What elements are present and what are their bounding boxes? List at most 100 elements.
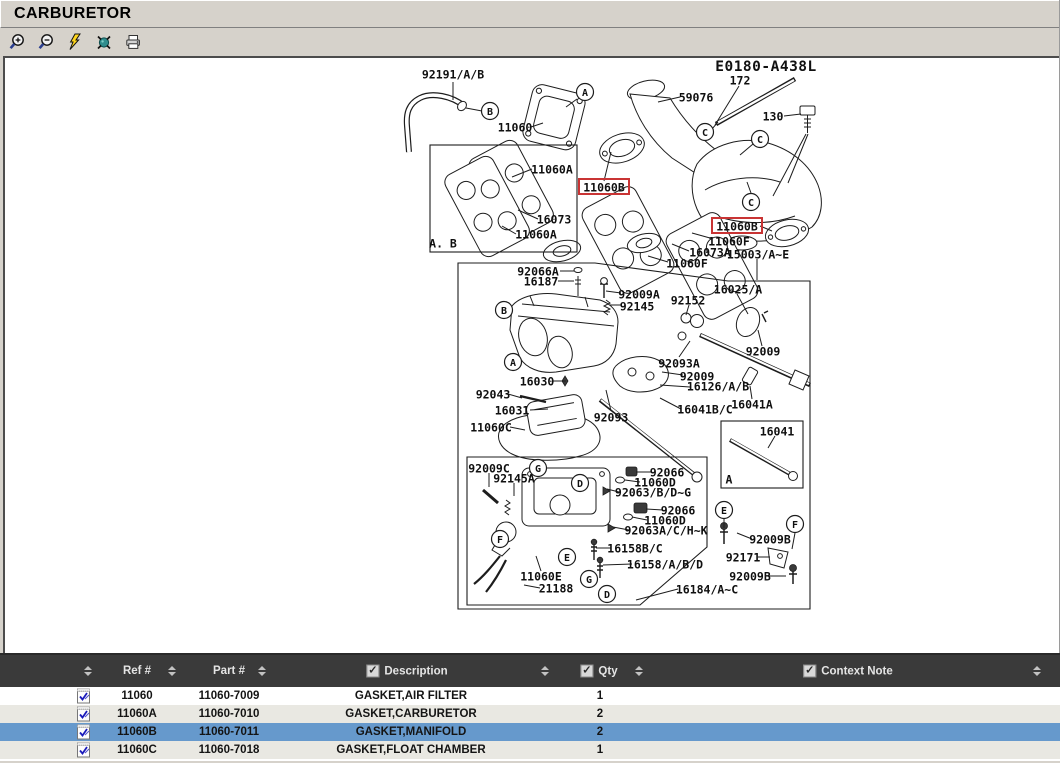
part-label[interactable]: 11060F [666, 257, 708, 271]
flash-hotspots-button[interactable] [65, 32, 85, 52]
row-select-button[interactable] [76, 724, 92, 740]
cell-qty: 2 [597, 708, 603, 720]
callout-marker: B [482, 103, 499, 120]
row-select-icon [76, 724, 91, 740]
part-label[interactable]: 16041 [760, 425, 795, 439]
zoom-out-icon [37, 33, 55, 51]
column-header-ref: Ref # [123, 665, 151, 677]
diagram-canvas: 92191/A/BE0180-A438L17259076110601301106… [3, 56, 1059, 653]
part-label[interactable]: 16030 [520, 375, 555, 389]
cell-description: GASKET,AIR FILTER [355, 690, 467, 702]
part-label[interactable]: 21188 [539, 582, 574, 596]
callout-marker: G [530, 460, 547, 477]
part-label[interactable]: 11060 [498, 121, 533, 135]
table-body: 11060 11060-7009 GASKET,AIR FILTER 1 11060A1… [0, 687, 1060, 761]
part-label[interactable]: 16025/A [714, 283, 763, 297]
cell-part: 11060-7009 [199, 690, 260, 702]
part-label[interactable]: A. B [429, 237, 457, 251]
table-row[interactable]: 11060 11060-7009 GASKET,AIR FILTER 1 [0, 687, 1060, 705]
callout-marker: F [492, 531, 509, 548]
cell-qty: 2 [597, 726, 603, 738]
cell-ref: 11060 [121, 690, 152, 702]
column-header-description: ✓ Description [366, 665, 447, 678]
part-label[interactable]: 16126/A/B [687, 380, 749, 394]
row-select-button[interactable] [76, 688, 92, 704]
part-label[interactable]: 92009 [746, 345, 781, 359]
cell-qty: 1 [597, 690, 603, 702]
svg-text:D: D [604, 590, 610, 601]
description-column-checkbox[interactable]: ✓ [366, 665, 379, 678]
row-select-button[interactable] [76, 706, 92, 722]
fit-view-icon [95, 33, 113, 51]
table-row[interactable]: 11060A11060-7010GASKET,CARBURETOR2 [0, 705, 1060, 723]
cell-qty: 1 [597, 744, 603, 756]
cell-part: 11060-7011 [199, 726, 259, 738]
svg-text:C: C [757, 135, 763, 146]
part-label[interactable]: 11060B [716, 220, 758, 234]
sort-toggle-icon[interactable] [1033, 666, 1041, 676]
part-label[interactable]: 92063A/C/H~K [624, 524, 707, 538]
column-header-context-note: ✓ Context Note [803, 665, 893, 678]
context-note-column-checkbox[interactable]: ✓ [803, 665, 816, 678]
part-label[interactable]: A [726, 473, 733, 487]
svg-text:B: B [501, 306, 507, 317]
part-label[interactable]: 11060C [470, 421, 512, 435]
part-label[interactable]: 92171 [726, 551, 761, 565]
part-label[interactable]: 92191/A/B [422, 68, 484, 82]
sort-toggle-icon[interactable] [258, 666, 266, 676]
part-label[interactable]: 172 [730, 74, 751, 88]
part-label[interactable]: 92063/B/D~G [615, 486, 691, 500]
part-label[interactable]: 15003/A~E [727, 248, 789, 262]
table-row[interactable]: 11060C11060-7018GASKET,FLOAT CHAMBER1 [0, 741, 1060, 759]
zoom-in-button[interactable] [7, 32, 27, 52]
part-label[interactable]: 16031 [495, 404, 530, 418]
part-label[interactable]: 130 [763, 110, 784, 124]
part-label[interactable]: 16073 [537, 213, 572, 227]
cell-description: GASKET,MANIFOLD [356, 726, 467, 738]
part-label[interactable]: 92145 [620, 300, 655, 314]
callout-marker: D [572, 475, 589, 492]
sort-toggle-icon[interactable] [84, 666, 92, 676]
exploded-diagram: 92191/A/BE0180-A438L17259076110601301106… [5, 58, 1059, 653]
part-label[interactable]: 11060A [515, 228, 557, 242]
row-select-button[interactable] [76, 742, 92, 758]
part-label[interactable]: 92009B [729, 570, 771, 584]
svg-text:C: C [702, 128, 708, 139]
zoom-out-button[interactable] [36, 32, 56, 52]
sort-toggle-icon[interactable] [168, 666, 176, 676]
part-label[interactable]: 11060A [531, 163, 573, 177]
table-header: Ref # Part # ✓ Description ✓ Qty ✓ Conte… [0, 653, 1060, 687]
part-label[interactable]: 92043 [476, 388, 511, 402]
column-header-qty-label: Qty [598, 665, 617, 677]
table-row[interactable]: 11060B 11060-7011 GASKET,MANIFOLD 2 [0, 723, 1060, 741]
callout-marker: C [697, 124, 714, 141]
cell-ref: 11060B [117, 726, 157, 738]
part-label[interactable]: 16158/A/B/D [627, 558, 703, 572]
part-label[interactable]: 92093 [594, 411, 629, 425]
part-label[interactable]: 92145A [493, 472, 535, 486]
qty-column-checkbox[interactable]: ✓ [580, 665, 593, 678]
part-label[interactable]: 59076 [679, 91, 714, 105]
part-label[interactable]: 92009B [749, 533, 791, 547]
part-label[interactable]: 16184/A~C [676, 583, 738, 597]
svg-text:F: F [497, 535, 503, 546]
part-label[interactable]: 92152 [671, 294, 706, 308]
column-header-part: Part # [213, 665, 245, 677]
part-label[interactable]: 16041A [731, 398, 773, 412]
parts-catalog-window: CARBURETOR [0, 0, 1060, 761]
zoom-in-icon [8, 33, 26, 51]
part-label[interactable]: 16158B/C [607, 542, 662, 556]
callout-marker: C [752, 131, 769, 148]
fit-view-button[interactable] [94, 32, 114, 52]
flash-hotspots-icon [66, 33, 84, 51]
sort-toggle-icon[interactable] [635, 666, 643, 676]
callout-marker: B [496, 302, 513, 319]
print-button[interactable] [123, 32, 143, 52]
sort-toggle-icon[interactable] [541, 666, 549, 676]
part-label[interactable]: 11060B [583, 181, 625, 195]
part-label[interactable]: 16041B/C [677, 403, 732, 417]
svg-text:B: B [487, 107, 493, 118]
part-label[interactable]: 92093A [658, 357, 700, 371]
toolbar [0, 28, 1059, 56]
part-label[interactable]: 16187 [524, 275, 559, 289]
